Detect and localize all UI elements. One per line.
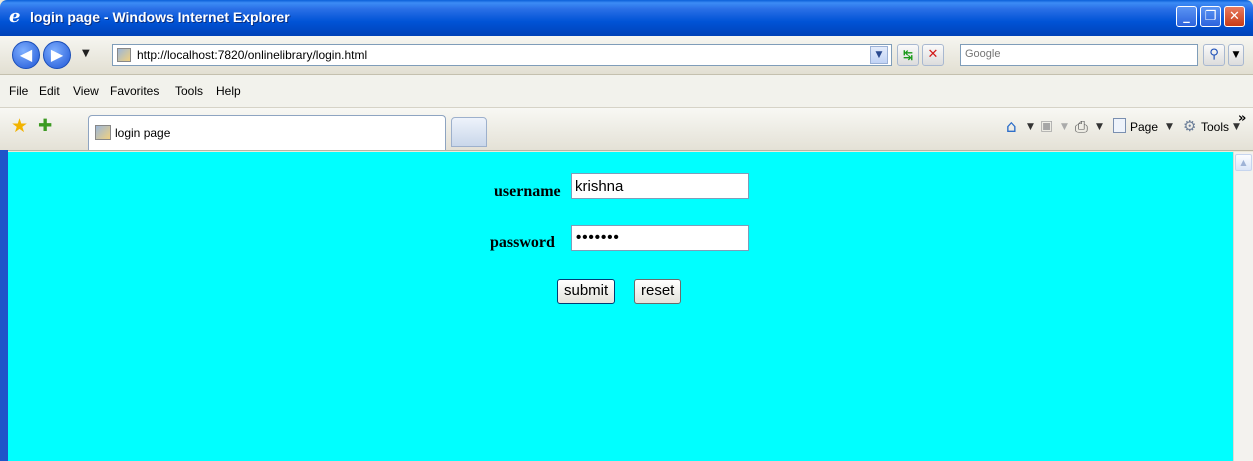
tools-menu-button[interactable]: Tools (1201, 120, 1229, 134)
menu-view[interactable]: View (73, 84, 99, 98)
menu-help[interactable]: Help (216, 84, 241, 98)
menu-edit[interactable]: Edit (39, 84, 60, 98)
address-dropdown-button[interactable]: ▼ (870, 46, 888, 64)
minimize-button[interactable]: _ (1176, 6, 1197, 27)
submit-button[interactable]: submit (557, 279, 616, 304)
tab-bar: ★ ✚ login page ⌂ ▼ ▣ ▼ ⎙ ▼ Page ▼ ⚙ Tool… (0, 108, 1253, 151)
page-viewport: username password ••••••• submit reset (8, 152, 1233, 461)
title-bar: e login page - Windows Internet Explorer… (0, 0, 1253, 36)
search-options-dropdown[interactable]: ▼ (1228, 44, 1244, 66)
scroll-up-arrow-icon[interactable]: ▲ (1235, 154, 1252, 171)
new-tab-button[interactable] (451, 117, 487, 147)
menu-tools[interactable]: Tools (175, 84, 203, 98)
ie-logo-icon: e (9, 6, 21, 27)
print-dropdown-icon[interactable]: ▼ (1096, 122, 1103, 132)
username-input[interactable] (571, 173, 749, 199)
menu-favorites[interactable]: Favorites (110, 84, 159, 98)
page-dropdown-icon[interactable]: ▼ (1166, 122, 1173, 132)
page-menu-icon (1113, 118, 1126, 133)
vertical-scrollbar[interactable] (1233, 152, 1253, 461)
password-input[interactable]: ••••••• (571, 225, 749, 251)
page-menu-button[interactable]: Page (1130, 120, 1158, 134)
recent-pages-dropdown-icon[interactable]: ▼ (82, 48, 90, 59)
forward-button[interactable]: ▶ (43, 41, 71, 69)
menu-bar: File Edit View Favorites Tools Help (0, 75, 1253, 108)
more-commands-icon[interactable]: » (1238, 111, 1246, 126)
password-label: password (490, 234, 555, 251)
stop-button[interactable]: ✕ (922, 44, 944, 66)
refresh-button[interactable]: ↹ (897, 44, 919, 66)
maximize-button[interactable]: ❐ (1200, 6, 1221, 27)
feeds-dropdown-icon[interactable]: ▼ (1061, 122, 1068, 132)
password-mask: ••••••• (576, 229, 620, 246)
favorites-star-icon[interactable]: ★ (11, 116, 28, 136)
back-button[interactable]: ◀ (12, 41, 40, 69)
menu-file[interactable]: File (9, 84, 28, 98)
tab-login-page[interactable]: login page (88, 115, 446, 150)
tools-gear-icon: ⚙ (1183, 117, 1197, 135)
feeds-icon[interactable]: ▣ (1040, 118, 1053, 134)
address-toolbar: ◀ ▶ ▼ http://localhost:7820/onlinelibrar… (0, 36, 1253, 75)
search-box[interactable] (960, 44, 1198, 66)
address-bar[interactable]: http://localhost:7820/onlinelibrary/logi… (112, 44, 892, 66)
home-icon[interactable]: ⌂ (1006, 117, 1017, 137)
tab-page-icon (95, 125, 111, 140)
close-button[interactable]: ✕ (1224, 6, 1245, 27)
search-button[interactable]: ⚲ (1203, 44, 1225, 66)
username-label: username (494, 183, 561, 200)
home-dropdown-icon[interactable]: ▼ (1027, 122, 1034, 132)
print-icon[interactable]: ⎙ (1075, 117, 1088, 137)
window-frame-left (0, 150, 8, 461)
add-to-favorites-icon[interactable]: ✚ (38, 116, 52, 136)
page-icon (117, 48, 131, 62)
search-input[interactable] (965, 48, 1185, 60)
browser-window: e login page - Windows Internet Explorer… (0, 0, 1253, 461)
window-title: login page - Windows Internet Explorer (30, 9, 290, 25)
tab-label: login page (115, 126, 171, 140)
address-url[interactable]: http://localhost:7820/onlinelibrary/logi… (137, 48, 367, 62)
reset-button[interactable]: reset (634, 279, 682, 304)
